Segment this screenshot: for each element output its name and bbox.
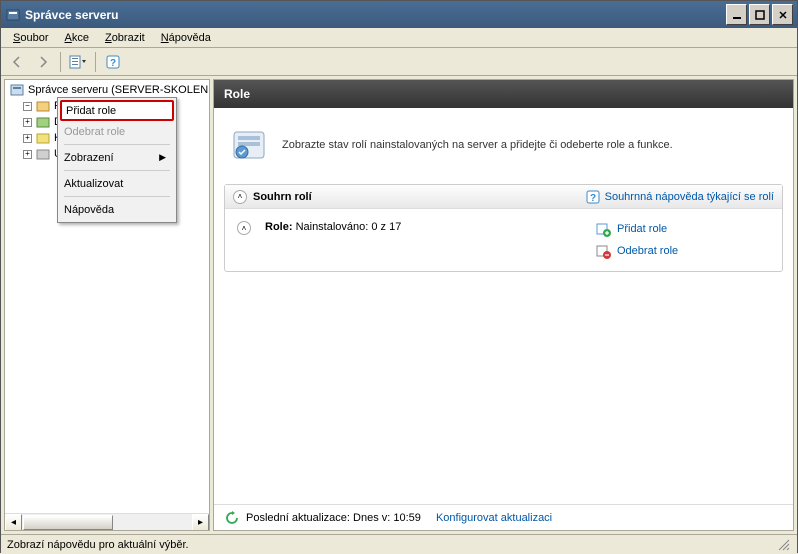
main-content: Správce serveru (SERVER-SKOLENI − F + D … xyxy=(1,76,797,534)
folder-icon xyxy=(35,130,51,146)
context-remove-roles: Odebrat role xyxy=(60,121,174,142)
context-help[interactable]: Nápověda xyxy=(60,199,174,220)
section-header: ˄ Souhrn rolí ? Souhrnná nápověda týkají… xyxy=(225,185,782,209)
last-update-label: Poslední aktualizace: Dnes v: 10:59 xyxy=(246,512,421,524)
scroll-track[interactable] xyxy=(22,514,192,530)
remove-roles-link[interactable]: Odebrat role xyxy=(595,243,770,259)
horizontal-scrollbar[interactable]: ◂ ▸ xyxy=(5,513,209,530)
menu-actions-label: kce xyxy=(72,32,89,44)
section-body: ˄ Role: Nainstalováno: 0 z 17 Přidat rol… xyxy=(225,209,782,271)
help-icon: ? xyxy=(585,189,601,205)
roles-large-icon xyxy=(228,124,270,166)
toolbar-separator xyxy=(95,52,96,72)
roles-status-row: ˄ Role: Nainstalováno: 0 z 17 xyxy=(237,221,595,259)
context-separator xyxy=(64,196,170,197)
folder-icon xyxy=(35,146,51,162)
configure-update-link[interactable]: Konfigurovat aktualizaci xyxy=(436,512,552,524)
section-help-link[interactable]: ? Souhrnná nápověda týkající se rolí xyxy=(585,189,774,205)
menu-bar: Soubor Akce Zobrazit Nápověda xyxy=(1,28,797,48)
refresh-icon xyxy=(224,510,240,526)
minimize-button[interactable] xyxy=(726,4,747,25)
server-icon xyxy=(9,82,25,98)
svg-text:?: ? xyxy=(590,193,596,204)
intro-row: Zobrazte stav rolí nainstalovaných na se… xyxy=(224,118,783,184)
resize-grip[interactable] xyxy=(777,538,791,552)
menu-view[interactable]: Zobrazit xyxy=(97,30,153,46)
add-roles-link[interactable]: Přidat role xyxy=(595,221,770,237)
submenu-arrow-icon: ▶ xyxy=(159,152,166,163)
window-title: Správce serveru xyxy=(25,8,726,22)
menu-help-label: ápověda xyxy=(169,32,211,44)
content-header-title: Role xyxy=(224,87,250,101)
expand-icon[interactable]: + xyxy=(23,134,32,143)
context-refresh[interactable]: Aktualizovat xyxy=(60,173,174,194)
context-view[interactable]: Zobrazení▶ xyxy=(60,147,174,168)
collapse-button[interactable]: ˄ xyxy=(237,221,251,235)
collapse-button[interactable]: ˄ xyxy=(233,190,247,204)
forward-button[interactable] xyxy=(31,50,55,74)
content-pane: Role Zobrazte stav rolí nainstalovaných … xyxy=(213,79,794,531)
folder-icon xyxy=(35,114,51,130)
content-footer: Poslední aktualizace: Dnes v: 10:59 Konf… xyxy=(214,504,793,530)
content-header: Role xyxy=(214,80,793,108)
tree-pane: Správce serveru (SERVER-SKOLENI − F + D … xyxy=(4,79,210,531)
status-bar: Zobrazí nápovědu pro aktuální výběr. xyxy=(1,534,797,554)
app-icon xyxy=(5,7,21,23)
section-title: Souhrn rolí xyxy=(253,191,312,203)
close-button[interactable] xyxy=(772,4,793,25)
toolbar-separator xyxy=(60,52,61,72)
scroll-thumb[interactable] xyxy=(23,515,113,530)
context-separator xyxy=(64,170,170,171)
roles-label: Role: xyxy=(265,221,293,233)
maximize-button[interactable] xyxy=(749,4,770,25)
add-roles-icon xyxy=(595,221,611,237)
roles-status: Nainstalováno: 0 z 17 xyxy=(296,221,402,233)
scroll-right-button[interactable]: ▸ xyxy=(192,514,209,531)
context-menu: Přidat role Odebrat role Zobrazení▶ Aktu… xyxy=(57,97,177,223)
roles-icon xyxy=(35,98,51,114)
toolbar: ? xyxy=(1,48,797,76)
scroll-left-button[interactable]: ◂ xyxy=(5,514,22,531)
tree-root-label: Správce serveru (SERVER-SKOLENI xyxy=(28,84,210,96)
expand-icon[interactable]: + xyxy=(23,150,32,159)
tree-root[interactable]: Správce serveru (SERVER-SKOLENI xyxy=(7,82,207,98)
context-add-roles[interactable]: Přidat role xyxy=(60,100,174,121)
menu-help[interactable]: Nápověda xyxy=(153,30,219,46)
menu-file[interactable]: Soubor xyxy=(5,30,56,46)
back-button[interactable] xyxy=(5,50,29,74)
remove-roles-icon xyxy=(595,243,611,259)
menu-actions[interactable]: Akce xyxy=(56,30,96,46)
menu-view-label: obrazit xyxy=(112,32,145,44)
menu-file-label: oubor xyxy=(20,32,48,44)
content-body: Zobrazte stav rolí nainstalovaných na se… xyxy=(214,108,793,504)
help-button[interactable]: ? xyxy=(101,50,125,74)
context-separator xyxy=(64,144,170,145)
views-button[interactable] xyxy=(66,50,90,74)
intro-text: Zobrazte stav rolí nainstalovaných na se… xyxy=(282,139,673,151)
roles-summary-section: ˄ Souhrn rolí ? Souhrnná nápověda týkají… xyxy=(224,184,783,272)
expand-icon[interactable]: − xyxy=(23,102,32,111)
svg-text:?: ? xyxy=(110,58,116,69)
title-bar: Správce serveru xyxy=(1,1,797,28)
status-text: Zobrazí nápovědu pro aktuální výběr. xyxy=(7,539,189,551)
expand-icon[interactable]: + xyxy=(23,118,32,127)
